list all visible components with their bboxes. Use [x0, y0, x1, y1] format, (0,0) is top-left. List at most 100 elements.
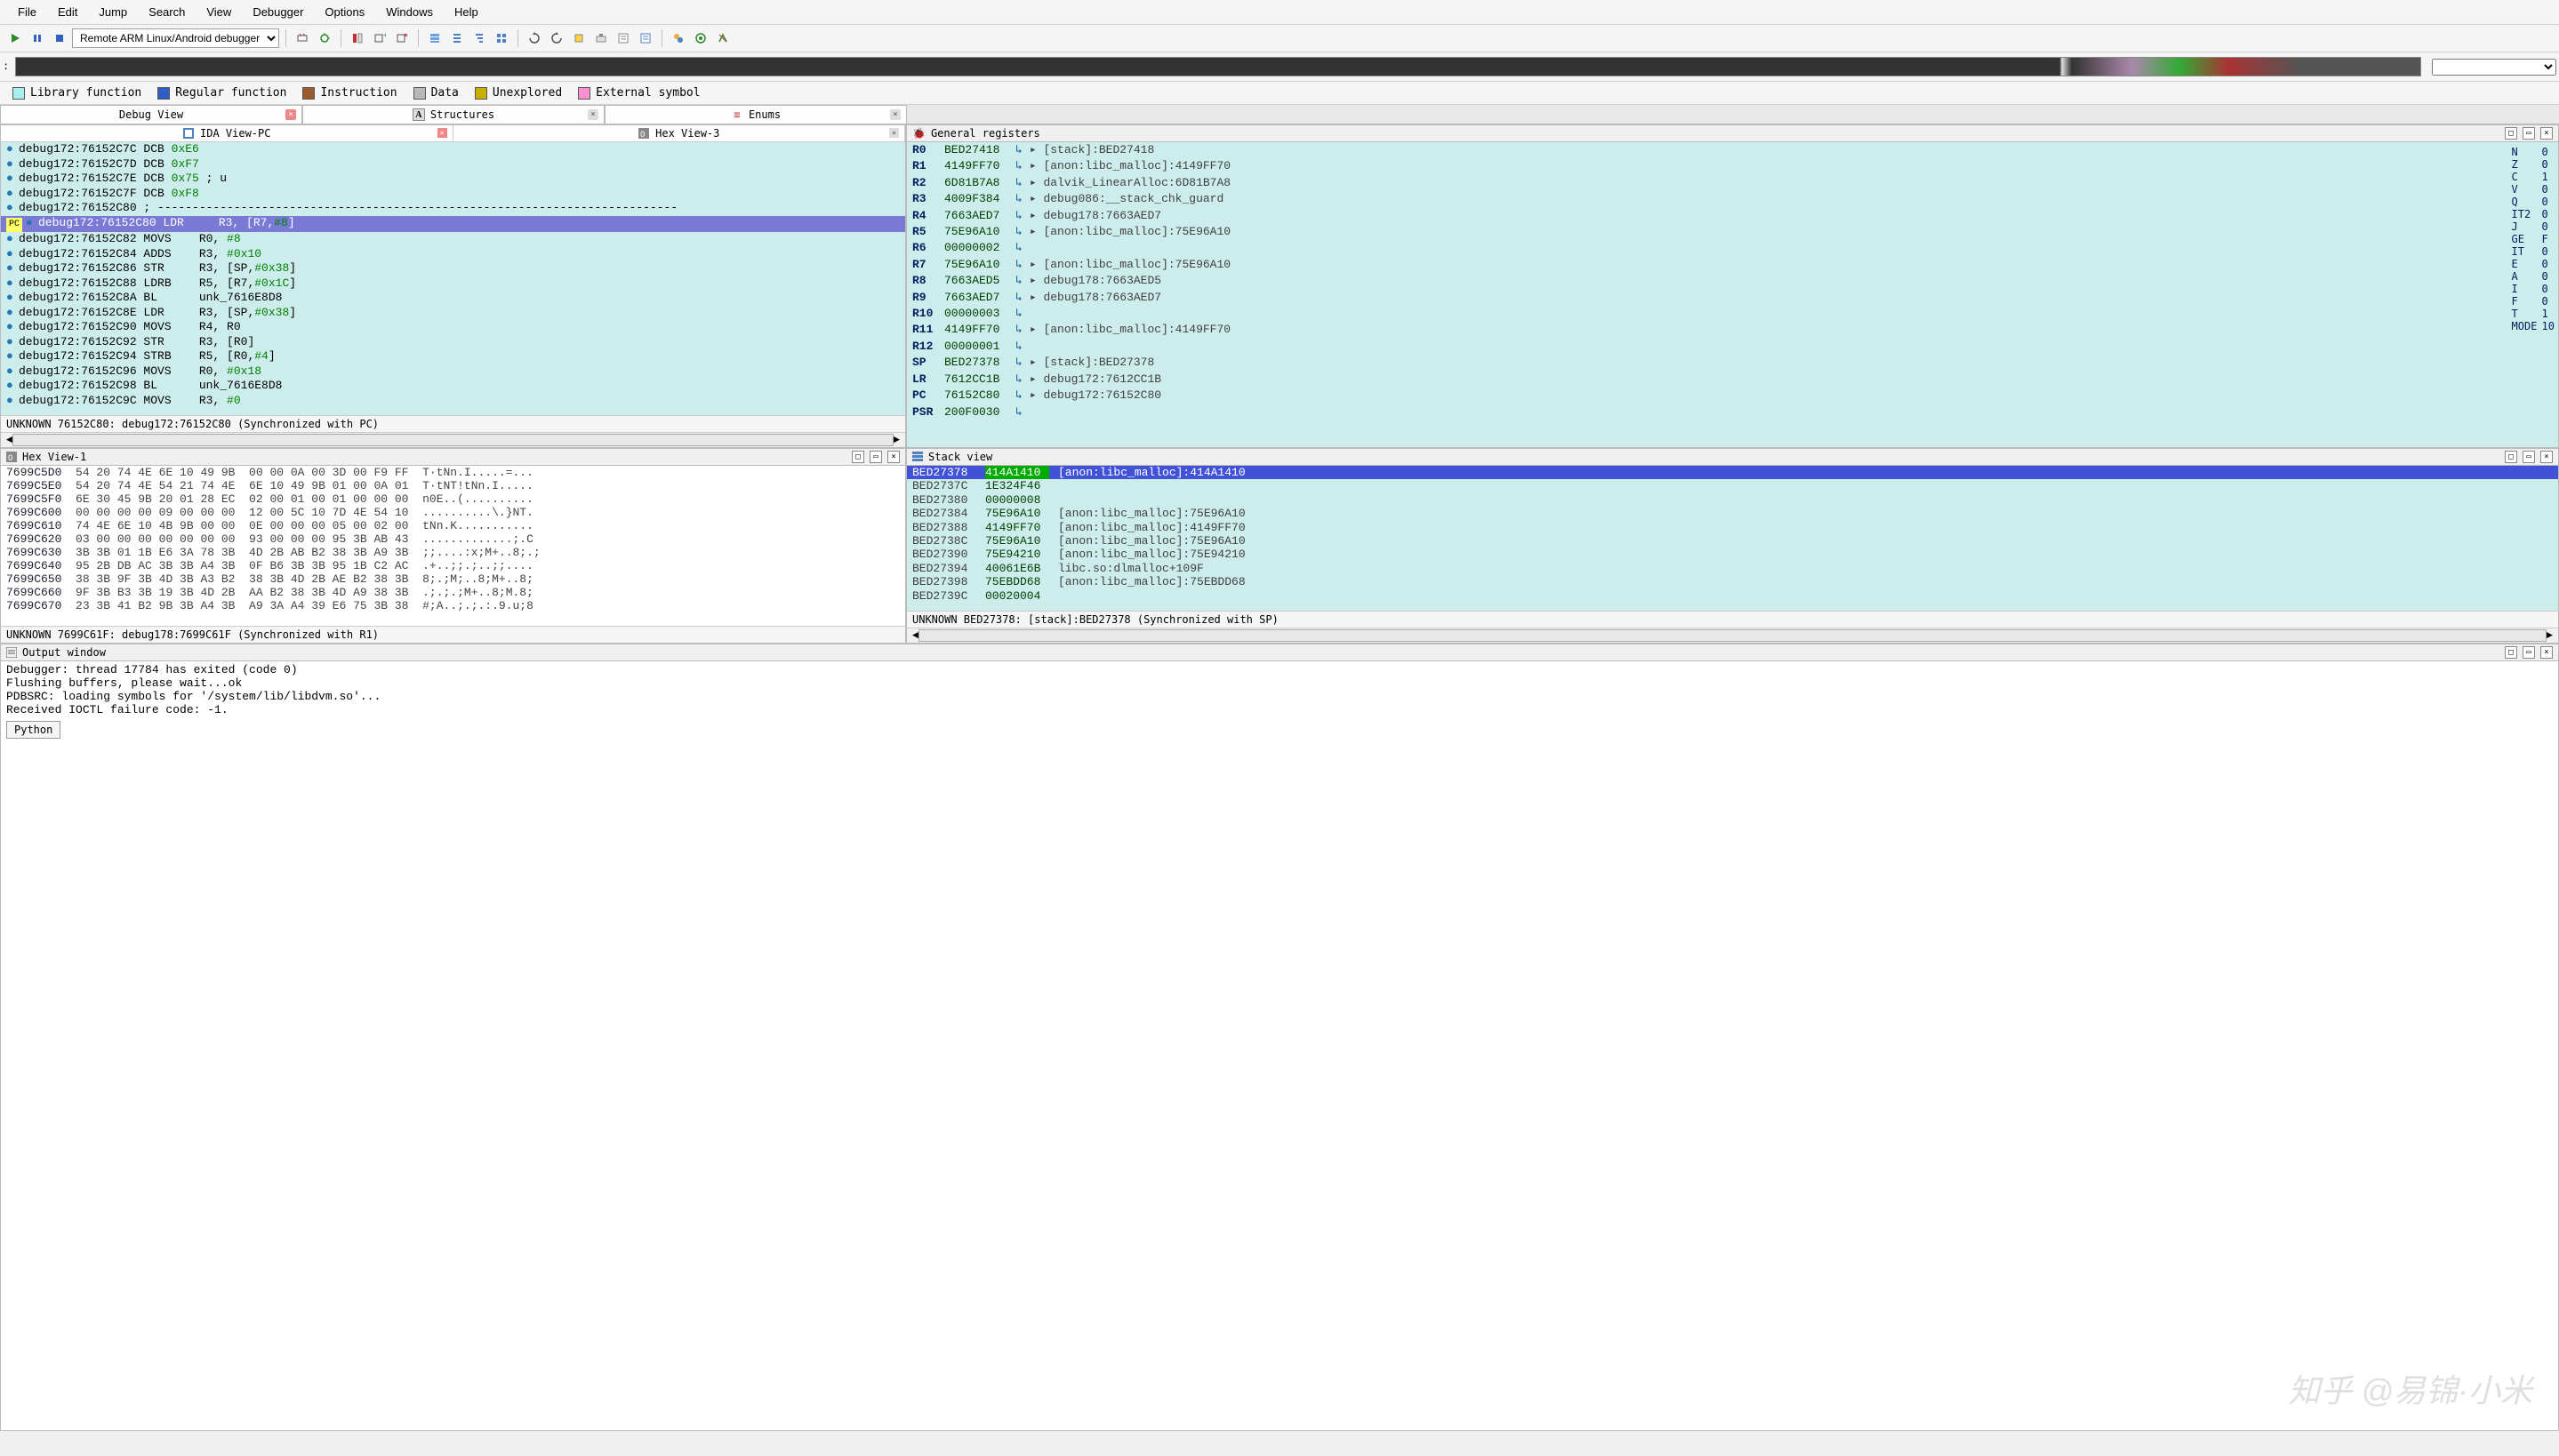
disassembly-view[interactable]: ●debug172:76152C7C DCB 0xE6●debug172:761…	[1, 142, 905, 415]
tb-btn-12[interactable]	[569, 28, 589, 48]
minimize-icon[interactable]: □	[2505, 451, 2517, 463]
register-row[interactable]: R87663AED5↳▸ debug178:7663AED5	[907, 273, 2558, 289]
register-row[interactable]: LR7612CC1B↳▸ debug172:7612CC1B	[907, 372, 2558, 388]
close-icon[interactable]: ×	[889, 128, 899, 138]
navigation-overview[interactable]	[15, 57, 2421, 76]
stack-row[interactable]: BED27378414A1410[anon:libc_malloc]:414A1…	[907, 466, 2558, 479]
hex-row[interactable]: 7699C5E0 54 20 74 4E 54 21 74 4E 6E 10 4…	[1, 479, 905, 492]
tb-btn-10[interactable]	[525, 28, 544, 48]
menu-help[interactable]: Help	[444, 2, 489, 22]
tb-btn-18[interactable]	[713, 28, 733, 48]
minimize-icon[interactable]: □	[2505, 646, 2517, 659]
asm-line[interactable]: ●debug172:76152C98 BL unk_7616E8D8	[1, 379, 905, 394]
hex-row[interactable]: 7699C650 38 3B 9F 3B 4D 3B A3 B2 38 3B 4…	[1, 572, 905, 586]
pause-button[interactable]	[28, 28, 47, 48]
minimize-icon[interactable]: □	[2505, 127, 2517, 140]
python-button[interactable]: Python	[6, 721, 60, 739]
register-row[interactable]: R1200000001↳	[907, 339, 2558, 355]
hex-row[interactable]: 7699C640 95 2B DB AC 3B 3B A4 3B 0F B6 3…	[1, 559, 905, 572]
tb-btn-1[interactable]	[293, 28, 312, 48]
menu-debugger[interactable]: Debugger	[242, 2, 314, 22]
tb-btn-8[interactable]	[469, 28, 489, 48]
stack-row[interactable]: BED2739440061E6Blibc.so:dlmalloc+109F	[907, 562, 2558, 575]
register-row[interactable]: R775E96A10↳▸ [anon:libc_malloc]:75E96A10	[907, 257, 2558, 273]
subtab-idaview[interactable]: IDA View-PC×	[1, 125, 453, 141]
close-icon[interactable]: ×	[2540, 646, 2553, 659]
asm-line[interactable]: ●debug172:76152C8E LDR R3, [SP,#0x38]	[1, 306, 905, 321]
register-row[interactable]: R575E96A10↳▸ [anon:libc_malloc]:75E96A10	[907, 224, 2558, 240]
register-row[interactable]: R47663AED7↳▸ debug178:7663AED7	[907, 208, 2558, 224]
asm-line[interactable]: ●debug172:76152C7C DCB 0xE6	[1, 142, 905, 157]
hex-view[interactable]: 7699C5D0 54 20 74 4E 6E 10 49 9B 00 00 0…	[1, 466, 905, 626]
tb-btn-3[interactable]	[348, 28, 367, 48]
register-row[interactable]: R97663AED7↳▸ debug178:7663AED7	[907, 290, 2558, 306]
subtab-hexview3[interactable]: OHex View-3×	[453, 125, 906, 141]
asm-line[interactable]: ●debug172:76152C92 STR R3, [R0]	[1, 335, 905, 350]
menu-search[interactable]: Search	[138, 2, 196, 22]
asm-line[interactable]: ●debug172:76152C7F DCB 0xF8	[1, 187, 905, 202]
stack-row[interactable]: BED2739C00020004	[907, 589, 2558, 603]
stack-row[interactable]: BED2738000000008	[907, 493, 2558, 507]
overview-select[interactable]	[2432, 59, 2556, 76]
menu-view[interactable]: View	[196, 2, 242, 22]
menu-edit[interactable]: Edit	[47, 2, 88, 22]
stack-row[interactable]: BED2739075E94210[anon:libc_malloc]:75E94…	[907, 548, 2558, 561]
asm-line[interactable]: ●debug172:76152C82 MOVS R0, #8	[1, 232, 905, 247]
hex-row[interactable]: 7699C5F0 6E 30 45 9B 20 01 28 EC 02 00 0…	[1, 492, 905, 506]
register-row[interactable]: SPBED27378↳▸ [stack]:BED27378	[907, 355, 2558, 371]
run-button[interactable]	[5, 28, 25, 48]
tb-btn-2[interactable]	[315, 28, 334, 48]
hex-row[interactable]: 7699C5D0 54 20 74 4E 6E 10 49 9B 00 00 0…	[1, 466, 905, 479]
tab-structures[interactable]: AStructures×	[302, 105, 605, 124]
tb-btn-5[interactable]	[392, 28, 412, 48]
debugger-select[interactable]: Remote ARM Linux/Android debugger	[72, 28, 279, 48]
close-icon[interactable]: ×	[588, 109, 598, 120]
stack-row[interactable]: BED273884149FF70[anon:libc_malloc]:4149F…	[907, 521, 2558, 534]
asm-line[interactable]: ●debug172:76152C88 LDRB R5, [R7,#0x1C]	[1, 276, 905, 292]
register-row[interactable]: PSR200F0030↳	[907, 404, 2558, 420]
close-icon[interactable]: ×	[437, 128, 447, 138]
close-icon[interactable]: ×	[887, 451, 900, 463]
restore-icon[interactable]: ▭	[870, 451, 882, 463]
tb-btn-4[interactable]: +	[370, 28, 389, 48]
tb-btn-14[interactable]	[614, 28, 633, 48]
tb-btn-15[interactable]	[636, 28, 655, 48]
close-icon[interactable]: ×	[2540, 127, 2553, 140]
menu-file[interactable]: File	[7, 2, 47, 22]
menu-options[interactable]: Options	[314, 2, 375, 22]
asm-line[interactable]: ●debug172:76152C84 ADDS R3, #0x10	[1, 247, 905, 262]
stack-row[interactable]: BED2739875EBDD68[anon:libc_malloc]:75EBD…	[907, 575, 2558, 588]
restore-icon[interactable]: ▭	[2523, 127, 2535, 140]
asm-line[interactable]: ●debug172:76152C86 STR R3, [SP,#0x38]	[1, 261, 905, 276]
register-row[interactable]: R14149FF70↳▸ [anon:libc_malloc]:4149FF70	[907, 158, 2558, 174]
register-row[interactable]: R114149FF70↳▸ [anon:libc_malloc]:4149FF7…	[907, 322, 2558, 338]
stack-row[interactable]: BED2738475E96A10[anon:libc_malloc]:75E96…	[907, 507, 2558, 520]
asm-line[interactable]: ●debug172:76152C9C MOVS R3, #0	[1, 394, 905, 409]
tb-btn-16[interactable]	[669, 28, 688, 48]
asm-line[interactable]: ●debug172:76152C7D DCB 0xF7	[1, 157, 905, 172]
hex-row[interactable]: 7699C670 23 3B 41 B2 9B 3B A4 3B A9 3A A…	[1, 599, 905, 612]
asm-line[interactable]: ●debug172:76152C90 MOVS R4, R0	[1, 320, 905, 335]
stop-button[interactable]	[50, 28, 69, 48]
output-view[interactable]: Debugger: thread 17784 has exited (code …	[1, 661, 2558, 718]
tb-btn-17[interactable]	[691, 28, 710, 48]
asm-line[interactable]: ●debug172:76152C8A BL unk_7616E8D8	[1, 291, 905, 306]
register-row[interactable]: R600000002↳	[907, 240, 2558, 256]
stack-view[interactable]: BED27378414A1410[anon:libc_malloc]:414A1…	[907, 466, 2558, 611]
asm-line[interactable]: ●debug172:76152C94 STRB R5, [R0,#4]	[1, 349, 905, 364]
asm-line[interactable]: ●debug172:76152C96 MOVS R0, #0x18	[1, 364, 905, 380]
tb-btn-11[interactable]	[547, 28, 566, 48]
hex-row[interactable]: 7699C630 3B 3B 01 1B E6 3A 78 3B 4D 2B A…	[1, 546, 905, 559]
asm-line[interactable]: PC●debug172:76152C80 LDR R3, [R7,#8]	[1, 216, 905, 233]
stack-row[interactable]: BED2738C75E96A10[anon:libc_malloc]:75E96…	[907, 534, 2558, 548]
register-row[interactable]: PC76152C80↳▸ debug172:76152C80	[907, 388, 2558, 404]
close-icon[interactable]: ×	[285, 109, 296, 120]
menu-windows[interactable]: Windows	[375, 2, 444, 22]
close-icon[interactable]: ×	[890, 109, 901, 120]
register-row[interactable]: R0BED27418↳▸ [stack]:BED27418	[907, 142, 2558, 158]
hex-row[interactable]: 7699C620 03 00 00 00 00 00 00 00 93 00 0…	[1, 532, 905, 546]
asm-line[interactable]: ●debug172:76152C80 ; -------------------…	[1, 201, 905, 216]
registers-view[interactable]: R0BED27418↳▸ [stack]:BED27418R14149FF70↳…	[907, 142, 2558, 447]
register-row[interactable]: R1000000003↳	[907, 306, 2558, 322]
tb-btn-7[interactable]	[447, 28, 467, 48]
